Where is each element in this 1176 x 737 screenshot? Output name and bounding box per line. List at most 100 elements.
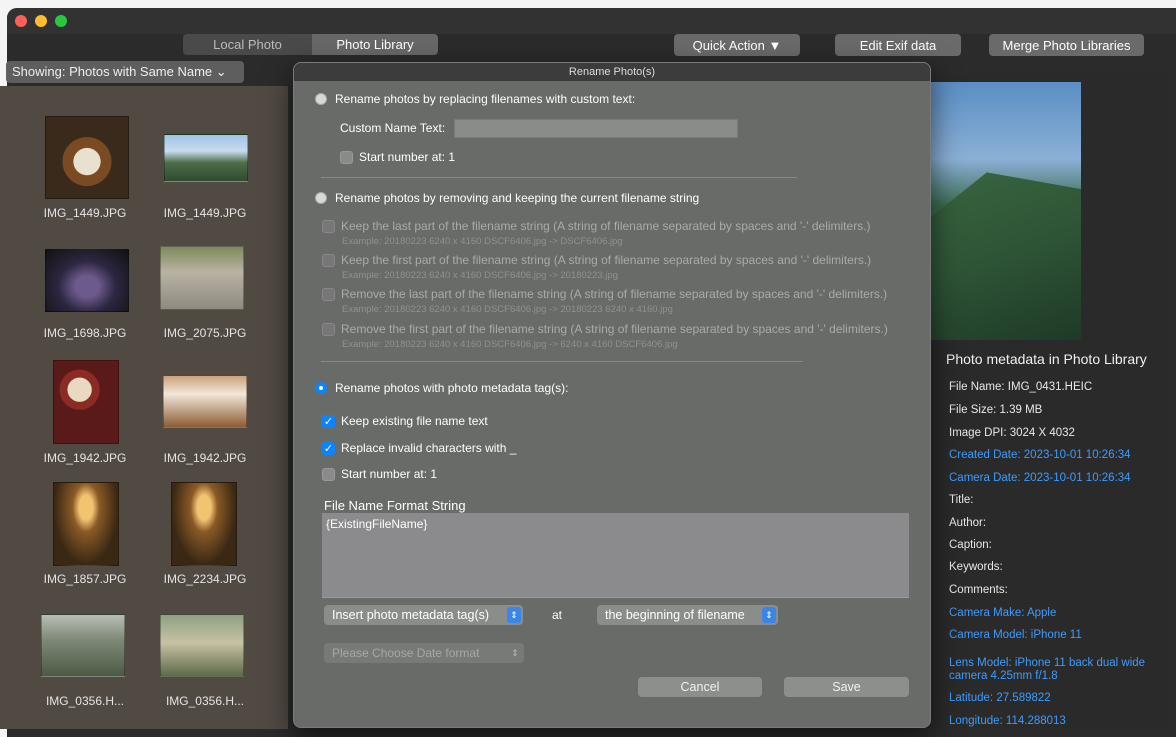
meta-file-name: File Name: IMG_0431.HEIC: [949, 381, 1093, 393]
photo-grid: IMG_1449.JPG IMG_1449.JPG IMG_1698.JPG I…: [0, 86, 288, 729]
updown-chevron-icon: ⇕: [507, 607, 521, 623]
start-number-metadata-label: Start number at: 1: [341, 467, 438, 481]
meta-camera-date[interactable]: Camera Date: 2023-10-01 10:26:34: [949, 472, 1169, 485]
remove-first-example: Example: 20180223 6240 x 4160 DSCF6406.j…: [342, 339, 678, 350]
option-remove-keep-label: Rename photos by removing and keeping th…: [335, 191, 700, 205]
format-string-textarea[interactable]: {ExistingFileName}: [322, 513, 909, 597]
radio-remove-keep[interactable]: [315, 192, 327, 204]
remove-last-label: Remove the last part of the filename str…: [341, 287, 888, 301]
photo-thumbnail[interactable]: [45, 116, 129, 199]
photo-thumbnail[interactable]: [163, 375, 247, 428]
keep-first-label: Keep the first part of the filename stri…: [341, 253, 872, 267]
meta-camera-model[interactable]: Camera Model: iPhone 11: [949, 629, 1169, 642]
replace-invalid-checkbox[interactable]: ✓: [322, 441, 335, 455]
meta-lens-model[interactable]: Lens Model: iPhone 11 back dual wide cam…: [949, 657, 1169, 683]
insert-position-label: the beginning of filename: [605, 608, 745, 622]
meta-comments: Comments:: [949, 584, 1008, 596]
option-custom-text-label: Rename photos by replacing filenames wit…: [335, 92, 636, 106]
keep-existing-label: Keep existing file name text: [341, 414, 488, 428]
photo-filename: IMG_0356.H...: [165, 694, 245, 708]
start-number-checkbox[interactable]: [340, 150, 353, 164]
keep-last-option[interactable]: Keep the last part of the filename strin…: [322, 219, 871, 233]
format-string-label: File Name Format String: [324, 498, 466, 513]
meta-dpi: Image DPI: 3024 X 4032: [949, 427, 1075, 439]
photo-thumbnail[interactable]: [171, 482, 237, 566]
close-window-button[interactable]: [15, 15, 27, 27]
meta-latitude[interactable]: Latitude: 27.589822: [949, 692, 1169, 705]
photo-thumbnail[interactable]: [53, 482, 119, 566]
date-format-popup[interactable]: Please Choose Date format ⇕: [324, 643, 524, 663]
remove-last-checkbox[interactable]: [322, 287, 335, 301]
keep-existing-checkbox[interactable]: ✓: [322, 414, 335, 428]
photo-filename: IMG_2234.JPG: [163, 572, 247, 586]
photo-thumbnail[interactable]: [160, 246, 244, 310]
meta-created-date[interactable]: Created Date: 2023-10-01 10:26:34: [949, 449, 1169, 462]
radio-metadata[interactable]: [315, 382, 327, 394]
start-number-metadata-checkbox[interactable]: [322, 467, 335, 481]
keep-last-checkbox[interactable]: [322, 219, 335, 233]
divider: [322, 597, 909, 598]
tab-local-photo[interactable]: Local Photo: [183, 34, 312, 55]
insert-tag-popup[interactable]: Insert photo metadata tag(s) ⇕: [324, 605, 523, 625]
keep-first-option[interactable]: Keep the first part of the filename stri…: [322, 253, 871, 267]
at-label: at: [552, 608, 563, 622]
meta-file-size: File Size: 1.39 MB: [949, 404, 1043, 416]
cancel-button[interactable]: Cancel: [638, 677, 762, 697]
replace-invalid-option[interactable]: ✓ Replace invalid characters with _: [322, 441, 516, 455]
merge-libraries-button[interactable]: Merge Photo Libraries: [989, 34, 1144, 56]
meta-author: Author:: [949, 517, 987, 529]
save-button[interactable]: Save: [784, 677, 909, 697]
option-custom-text[interactable]: Rename photos by replacing filenames wit…: [315, 92, 635, 106]
photo-filename: IMG_0356.H...: [45, 694, 125, 708]
remove-first-label: Remove the first part of the filename st…: [341, 322, 888, 336]
meta-keywords: Keywords:: [949, 561, 1003, 573]
photo-thumbnail[interactable]: [160, 614, 244, 677]
photo-thumbnail[interactable]: [41, 614, 125, 677]
photo-filename: IMG_1698.JPG: [43, 326, 127, 340]
insert-tag-label: Insert photo metadata tag(s): [332, 608, 490, 622]
option-metadata[interactable]: Rename photos with photo metadata tag(s)…: [315, 381, 568, 395]
start-number-label: Start number at: 1: [359, 150, 456, 164]
start-number-custom[interactable]: Start number at: 1: [340, 150, 455, 164]
zoom-window-button[interactable]: [55, 15, 67, 27]
photo-thumbnail[interactable]: [164, 134, 248, 182]
photo-filename: IMG_2075.JPG: [163, 326, 247, 340]
keep-existing-option[interactable]: ✓ Keep existing file name text: [322, 414, 488, 428]
insert-position-popup[interactable]: the beginning of filename ⇕: [597, 605, 778, 625]
quick-action-button[interactable]: Quick Action ▼: [674, 34, 800, 56]
divider: [321, 177, 797, 178]
meta-caption: Caption:: [949, 539, 992, 551]
edit-exif-button[interactable]: Edit Exif data: [835, 34, 961, 56]
showing-filter-dropdown[interactable]: Showing: Photos with Same Name ⌄: [6, 61, 244, 83]
custom-name-input[interactable]: [454, 119, 738, 138]
divider: [321, 361, 803, 362]
metadata-title: Photo metadata in Photo Library: [946, 351, 1147, 367]
photo-thumbnail[interactable]: [53, 360, 119, 444]
updown-chevron-icon: ⇕: [511, 648, 519, 658]
keep-first-example: Example: 20180223 6240 x 4160 DSCF6406.j…: [342, 270, 618, 281]
minimize-window-button[interactable]: [35, 15, 47, 27]
start-number-metadata[interactable]: Start number at: 1: [322, 467, 437, 481]
photo-filename: IMG_1857.JPG: [43, 572, 127, 586]
keep-last-example: Example: 20180223 6240 x 4160 DSCF6406.j…: [342, 236, 623, 247]
remove-first-option[interactable]: Remove the first part of the filename st…: [322, 322, 888, 336]
photo-filename: IMG_1449.JPG: [163, 206, 247, 220]
date-format-label: Please Choose Date format: [332, 646, 480, 660]
photo-thumbnail[interactable]: [45, 249, 129, 312]
remove-last-option[interactable]: Remove the last part of the filename str…: [322, 287, 887, 301]
photo-filename: IMG_1942.JPG: [43, 451, 127, 465]
photo-filename: IMG_1449.JPG: [43, 206, 127, 220]
custom-name-label: Custom Name Text:: [340, 121, 446, 135]
tab-photo-library[interactable]: Photo Library: [312, 34, 438, 55]
meta-camera-make[interactable]: Camera Make: Apple: [949, 607, 1169, 620]
keep-first-checkbox[interactable]: [322, 253, 335, 267]
meta-longitude[interactable]: Longitude: 114.288013: [949, 715, 1169, 728]
option-remove-keep[interactable]: Rename photos by removing and keeping th…: [315, 191, 699, 205]
title-bar: [7, 8, 1176, 34]
option-metadata-label: Rename photos with photo metadata tag(s)…: [335, 381, 569, 395]
radio-custom-text[interactable]: [315, 93, 327, 105]
updown-chevron-icon: ⇕: [762, 607, 776, 623]
keep-last-label: Keep the last part of the filename strin…: [341, 219, 871, 233]
remove-first-checkbox[interactable]: [322, 322, 335, 336]
rename-dialog: Rename Photo(s) Rename photos by replaci…: [293, 62, 931, 728]
